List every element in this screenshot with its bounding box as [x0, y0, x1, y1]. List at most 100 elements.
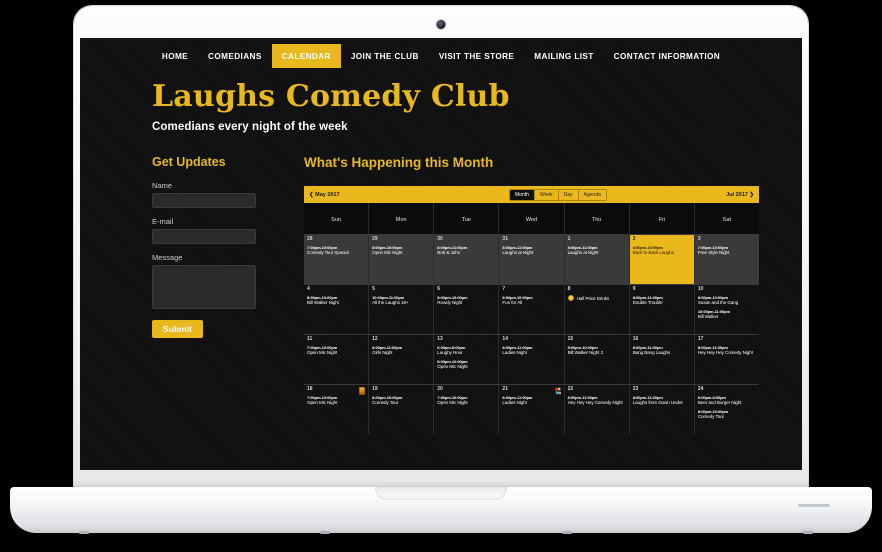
laptop-screen: HOME COMEDIANS CALENDAR JOIN THE CLUB VISIT …	[80, 38, 802, 470]
calendar-day-cell[interactable]: 8 Half Price Drinks	[563, 285, 629, 334]
day-number: 7	[502, 286, 506, 292]
nav-item-mailing-list[interactable]: MAILING LIST	[524, 44, 603, 68]
calendar-event[interactable]: 8:00pm-11:00pm Girls Night	[372, 345, 430, 356]
calendar-event[interactable]: 8:00pm-11:00pm Bang Bang Laughs	[633, 345, 691, 356]
calendar-day-cell[interactable]: 17 8:00pm-11:00pm Hey Hey Hey Comedy Night	[693, 335, 759, 384]
calendar-day-cell[interactable]: 31 8:00pm-11:00pm Laughs at Night	[498, 235, 564, 284]
calendar-event[interactable]: 7:00pm-10:00pm Comedy Tour Special	[307, 245, 365, 256]
calendar-day-cell[interactable]: 5 10:00pm-11:00pm All the Laughs 18+	[368, 285, 433, 334]
day-number: 3	[697, 236, 701, 242]
message-input[interactable]	[152, 265, 256, 309]
calendar-event[interactable]: 8:00pm-10:00pm Rowdy Night	[437, 295, 495, 306]
event-name: Ladies Night	[502, 400, 527, 405]
calendar-day-cell[interactable]: 12 8:00pm-11:00pm Girls Night	[368, 335, 433, 384]
next-month-button[interactable]: Jul 2017 ❯	[726, 192, 754, 198]
nav-item-calendar[interactable]: CALENDAR	[271, 44, 341, 68]
calendar-day-cell[interactable]: 14 8:00pm-11:00pm Ladies Night	[498, 335, 563, 384]
nav-item-contact-information[interactable]: CONTACT INFORMATION	[604, 44, 730, 68]
calendar-day-cell[interactable]: 3 7:00pm-10:00pm Free Style Night	[693, 235, 759, 284]
calendar-day-cell[interactable]: 18 7:00pm-10:00pm Open Mic Night	[304, 385, 368, 434]
submit-button[interactable]: Submit	[152, 320, 203, 338]
calendar-day-cell[interactable]: 13 6:00pm-8:00pm Laughy Hour 8:00pm-10:00pm…	[433, 335, 498, 384]
calendar-day-cell[interactable]: 19 8:00pm-10:00pm Comedy Tour	[368, 385, 433, 434]
prev-month-button[interactable]: ❮ May 2017	[309, 192, 340, 198]
calendar-day-cell[interactable]: 15 8:00pm-10:00pm Bill Walker Night 2	[563, 335, 629, 384]
calendar-event[interactable]: 8:00pm-11:00pm Laughs from Down Under	[633, 395, 691, 406]
calendar-event[interactable]: 8:00pm-11:00pm Ladies Night	[502, 395, 560, 406]
calendar-day-cell[interactable]: 10 8:00pm-10:00pm Susan and the Gang 10:00p…	[693, 285, 759, 334]
calendar-day-cell[interactable]: 22 8:00pm-11:00pm Hey Hey Hey Comedy Night	[563, 385, 629, 434]
calendar-day-cell[interactable]: 11 7:00pm-10:00pm Open Mic Night	[304, 335, 368, 384]
email-input[interactable]	[152, 229, 256, 244]
event-name: Double Trouble	[632, 300, 663, 305]
calendar-view-day[interactable]: Day	[558, 190, 579, 200]
website-page: HOME COMEDIANS CALENDAR JOIN THE CLUB VISIT …	[80, 38, 802, 470]
event-name: Free Style Night	[697, 250, 730, 255]
calendar-day-cell[interactable]: 30 8:00pm-11:00pm Bob & John	[433, 235, 499, 284]
calendar-event[interactable]: 7:00pm-10:00pm Open Mic Night	[437, 395, 495, 406]
laptop-feet	[10, 531, 872, 535]
calendar-view-week[interactable]: Week	[534, 190, 559, 200]
event-name: Beer and Burger Night	[697, 400, 742, 405]
calendar-event[interactable]: 8:00pm-10:00pm Back to Back Laughs	[633, 245, 691, 256]
day-number: 10	[697, 286, 704, 292]
calendar-event[interactable]: 8:00pm-10:00pm Comedy Tour	[372, 395, 430, 406]
main-column: What's Happening this Month ❮ May 2017 J…	[272, 155, 802, 434]
weekday-header-row: Sun Mon Tue Wed Thu Fri Sat	[304, 203, 759, 234]
weekday-header-wed: Wed	[498, 203, 563, 234]
calendar-event[interactable]: 8:00pm-10:00pm Comedy Tour	[698, 409, 756, 420]
calendar-day-cell[interactable]: 6 8:00pm-10:00pm Rowdy Night	[433, 285, 498, 334]
day-number: 15	[567, 336, 574, 342]
calendar-event[interactable]: 8:00pm-10:00pm Fun for All	[502, 295, 560, 306]
event-name: Half Price Drinks	[576, 295, 610, 301]
day-number: 19	[372, 386, 378, 392]
calendar-event[interactable]: 8:00pm-11:00pm Laughs at Night	[502, 245, 560, 256]
calendar-event[interactable]: 8:00pm-11:00pm Laughs at Night	[568, 245, 626, 256]
calendar-event[interactable]: 8:00pm-11:00pm Double Trouble	[633, 295, 691, 306]
calendar-event[interactable]: 8:00pm-10:00pm Bill Walker Night	[307, 295, 365, 306]
weekday-header-sun: Sun	[331, 217, 341, 223]
site-logo: Laughs Comedy Club	[152, 79, 510, 114]
calendar-day-cell[interactable]: 28 7:00pm-10:00pm Comedy Tour Special	[304, 235, 369, 284]
calendar-event[interactable]: 7:00pm-10:00pm Free Style Night	[698, 245, 756, 256]
calendar-day-cell[interactable]: 24 6:00pm-8:00pm Beer and Burger Night 8:00…	[693, 385, 759, 434]
calendar-day-cell[interactable]: 1 8:00pm-11:00pm Laughs at Night	[563, 235, 629, 284]
day-number: 14	[502, 336, 508, 342]
calendar-day-cell[interactable]: 20 7:00pm-10:00pm Open Mic Night	[433, 385, 498, 434]
calendar-day-cell[interactable]: 4 8:00pm-10:00pm Bill Walker Night	[304, 285, 368, 334]
calendar-day-cell[interactable]: 16 8:00pm-11:00pm Bang Bang Laughs	[628, 335, 694, 384]
calendar-event[interactable]: 8:00pm-10:00pm Bill Walker Night 2	[568, 345, 626, 356]
calendar-event[interactable]: 8:00pm-10:00pm Open Mic Night	[372, 245, 430, 256]
calendar-week-row: 4 8:00pm-10:00pm Bill Walker Night 5 10:00pm…	[304, 284, 759, 334]
calendar-event[interactable]: 8:00pm-10:00pm Susan and the Gang	[698, 295, 756, 306]
calendar-event[interactable]: 10:00pm-11:00pm All the Laughs 18+	[372, 295, 430, 306]
calendar-event[interactable]: 8:00pm-11:00pm Bob & John	[437, 245, 495, 256]
calendar-day-cell[interactable]: 23 8:00pm-11:00pm Laughs from Down Under	[628, 385, 694, 434]
calendar-view-agenda[interactable]: Agenda	[578, 190, 606, 200]
calendar-event[interactable]: 7:00pm-10:00pm Open Mic Night	[307, 395, 365, 406]
calendar-day-cell[interactable]: 2 8:00pm-10:00pm Back to Back Laughs	[628, 235, 694, 284]
calendar-event[interactable]: 8:00pm-11:00pm Ladies Night	[502, 345, 560, 356]
calendar-event[interactable]: 8:00pm-11:00pm Hey Hey Hey Comedy Night	[568, 395, 626, 406]
name-label: Name	[152, 181, 173, 190]
name-input[interactable]	[152, 193, 256, 208]
calendar-event[interactable]: 8:00pm-10:00pm Open Mic Night	[437, 359, 495, 370]
event-name: Hey Hey Hey Comedy Night	[697, 350, 753, 355]
nav-item-join-the-club[interactable]: JOIN THE CLUB	[341, 44, 429, 68]
calendar-event[interactable]: 6:00pm-8:00pm Beer and Burger Night	[698, 395, 756, 406]
calendar-day-cell[interactable]: 7 8:00pm-10:00pm Fun for All	[498, 285, 563, 334]
nav-item-home[interactable]: HOME	[152, 44, 198, 68]
calendar-event[interactable]: Half Price Drinks	[567, 295, 626, 301]
calendar-day-cell[interactable]: 9 8:00pm-11:00pm Double Trouble	[628, 285, 694, 334]
calendar-view-month[interactable]: Month	[510, 190, 535, 200]
event-name: Hey Hey Hey Comedy Night	[567, 400, 623, 405]
calendar-event[interactable]: 7:00pm-10:00pm Open Mic Night	[307, 345, 365, 356]
calendar-event[interactable]: 6:00pm-8:00pm Laughy Hour	[437, 345, 495, 356]
calendar-event[interactable]: 8:00pm-11:00pm Hey Hey Hey Comedy Night	[698, 345, 756, 356]
calendar-event[interactable]: 10:00pm-11:00pm Bill Walker	[698, 309, 756, 320]
calendar-day-cell[interactable]: 29 8:00pm-10:00pm Open Mic Night	[368, 235, 434, 284]
nav-item-visit-the-store[interactable]: VISIT THE STORE	[429, 44, 524, 68]
calendar-day-cell[interactable]: 21 8:00pm-11:00pm Ladies Night	[498, 385, 563, 434]
nav-item-comedians[interactable]: COMEDIANS	[198, 44, 272, 68]
day-number: 23	[632, 386, 639, 392]
